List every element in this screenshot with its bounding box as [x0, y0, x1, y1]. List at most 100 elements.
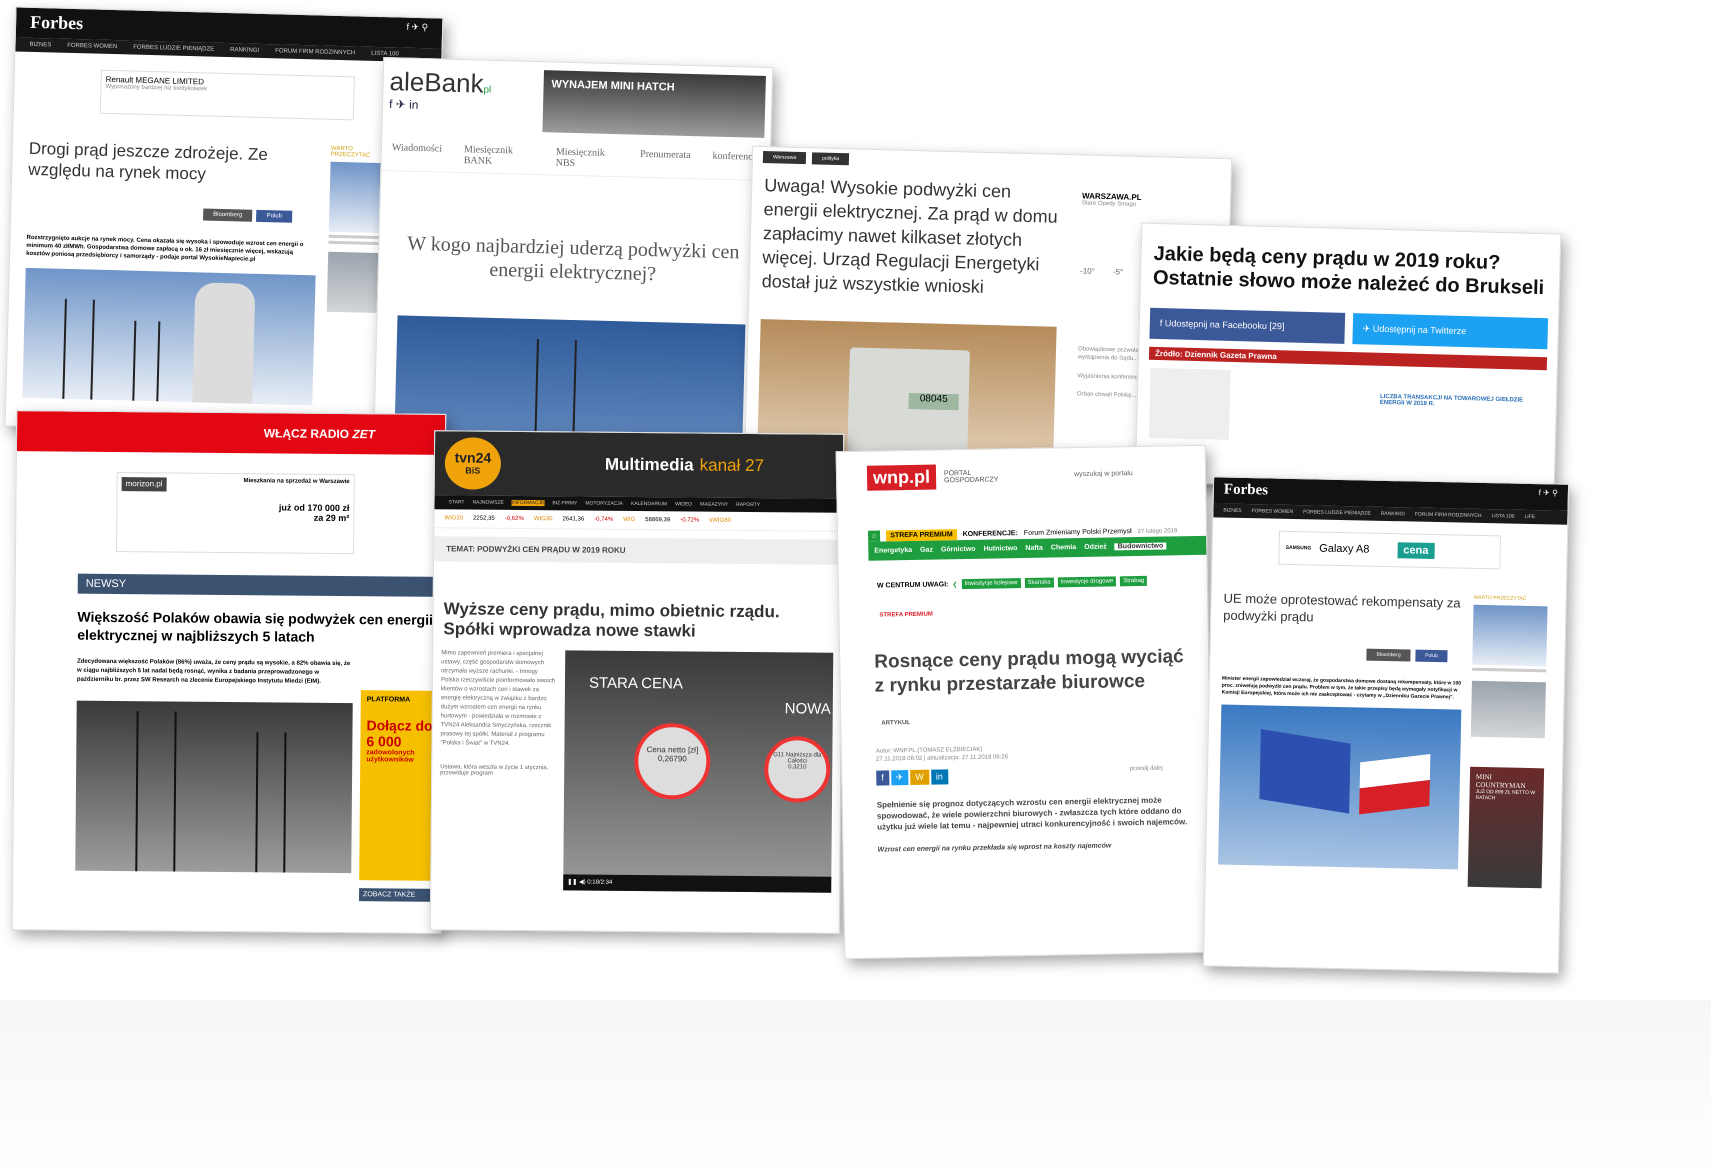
article-title[interactable]: Jakie będą ceny prądu w 2019 roku? Ostat… — [1141, 224, 1561, 301]
nav-item[interactable]: FORBES LUDZIE PIENIĄDZE — [133, 45, 214, 53]
aside-bus-image[interactable] — [1472, 604, 1548, 667]
nav-item[interactable]: Wiadomości — [391, 142, 442, 165]
radio-banner[interactable]: WŁĄCZ RADIO ZET — [16, 411, 446, 455]
forbes-eu-article-card[interactable]: Forbes f ✈ ⚲ BIZNES FORBES WOMEN FORBES LU… — [1202, 476, 1570, 974]
twitter-share-button[interactable]: ✈ Udostępnij na Twitterze — [1352, 313, 1549, 350]
video-new-price-label: NOWA — [784, 700, 831, 718]
nav-item[interactable]: FORUM FIRM RODZINNYCH — [1415, 512, 1482, 519]
article-title[interactable]: Rosnące ceny prądu mogą wyciąć z rynku p… — [840, 613, 1209, 699]
renault-ad[interactable]: Renault MEGANE LIMITED Wyposażony bardzi… — [99, 69, 355, 121]
facebook-like-button[interactable]: Polub — [1414, 649, 1449, 663]
alebank-social-icons[interactable]: f ✈ in — [389, 97, 491, 114]
nav-item[interactable]: LISTA 100 — [1491, 513, 1514, 519]
forbes-logo[interactable]: Forbes — [1224, 482, 1268, 501]
nav-item[interactable]: KALENDARIUM — [631, 501, 667, 507]
nav-item[interactable]: MOTORYZACJA — [585, 501, 623, 507]
linkedin-icon[interactable]: in — [930, 769, 949, 785]
tag[interactable]: Warszawa — [762, 151, 807, 165]
platforma-ad[interactable]: PLATFORMA Dołącz do 6 000 zadowolonych u… — [359, 690, 441, 881]
category-item[interactable]: Chemia — [1051, 544, 1076, 551]
nav-item[interactable]: FORBES WOMEN — [67, 43, 117, 50]
focus-tag[interactable]: Strabag — [1120, 575, 1148, 587]
nav-item[interactable]: FORUM FIRM RODZINNYCH — [275, 48, 355, 56]
tvn24-article-card[interactable]: tvn24 BiS Multimedia kanał 27 START NAJNOW… — [429, 430, 845, 934]
newsy-article-card[interactable]: WŁĄCZ RADIO ZET morizon.pl Mieszkania na… — [11, 410, 447, 934]
wnp-logo[interactable]: wnp.pl — [866, 464, 937, 491]
facebook-share-button[interactable]: f Udostępnij na Facebooku [29] — [1149, 307, 1346, 344]
circle-value: 0,26790 — [657, 754, 687, 764]
category-item[interactable]: Nafta — [1025, 545, 1043, 552]
category-item[interactable]: Górnictwo — [941, 546, 976, 554]
temperature: -5° — [1112, 267, 1124, 277]
article-title[interactable]: UE może oprotestować rekompensaty za pod… — [1223, 590, 1464, 629]
facebook-like-button[interactable]: Polub — [256, 209, 293, 223]
category-item[interactable]: Gaz — [920, 547, 933, 554]
nav-item[interactable]: FORBES WOMEN — [1251, 508, 1293, 515]
video-controls[interactable]: ❚❚ ◀) 0:18/2:34 — [563, 874, 832, 893]
samsung-ad[interactable]: SAMSUNG Galaxy A8 cena — [1278, 530, 1501, 570]
focus-tag[interactable]: Skanska — [1024, 577, 1054, 588]
mini-hatch-ad[interactable]: WYNAJEM MINI HATCH — [542, 70, 766, 138]
nav-item[interactable]: Miesięcznik BANK — [464, 144, 535, 168]
mini-countryman-ad[interactable]: MINI COUNTRYMAN JUŻ OD 899 ZŁ NETTO W RA… — [1467, 766, 1545, 889]
bloomberg-button[interactable]: Bloomberg — [1366, 648, 1411, 662]
bloomberg-button[interactable]: Bloomberg — [203, 208, 253, 222]
premium-zone-link[interactable]: STREFA PREMIUM — [886, 529, 957, 542]
facebook-icon[interactable]: f — [876, 770, 889, 786]
nav-item[interactable]: LIFE — [1524, 514, 1535, 520]
conference-label: KONFERENCJE: — [962, 530, 1018, 539]
alebank-article-card[interactable]: aleBankpl f ✈ in WYNAJEM MINI HATCH Wiad… — [372, 56, 774, 468]
nav-item[interactable]: BIZ-FIRMY — [552, 500, 577, 506]
nav-item[interactable]: Prenumerata — [640, 149, 691, 172]
article-title[interactable]: W kogo najbardziej uderzą podwyżki cen e… — [378, 171, 769, 289]
nav-item[interactable]: NAJNOWSZE — [472, 500, 503, 506]
article-title[interactable]: Większość Polaków obawia się podwyżek ce… — [15, 593, 443, 647]
nav-item[interactable]: BIZNES — [1223, 508, 1241, 514]
stock-ticker: WIG20 2252,35 -0,62% WIG30 2641,36 -0,74% WI… — [434, 509, 843, 532]
social-icons[interactable]: f ✈ ⚲ — [406, 22, 428, 45]
article-title[interactable]: Wyższe ceny prądu, mimo obietnic rządu. … — [433, 569, 842, 643]
aside-car-image[interactable] — [1470, 680, 1546, 739]
nav-item[interactable]: START — [449, 499, 465, 505]
social-icons[interactable]: f ✈ ⚲ — [1538, 488, 1558, 506]
forward-link[interactable]: przeslij dalej — [1130, 766, 1163, 782]
focus-tag[interactable]: Inwestycje kolejowe — [961, 578, 1021, 590]
ad-area: za 29 m² — [313, 512, 350, 524]
tvn-logo[interactable]: tvn24 BiS — [444, 437, 502, 490]
nav-item[interactable]: BIZNES — [29, 42, 51, 49]
forbes-logo[interactable]: Forbes — [30, 12, 84, 35]
category-item[interactable]: Budownictwo — [1114, 542, 1167, 551]
topic-bar[interactable]: TEMAT: PODWYŻKI CEN PRĄDU W 2019 ROKU — [434, 536, 843, 565]
article-title[interactable]: Drogi prąd jeszcze zdrożeje. Ze względu … — [28, 138, 319, 188]
tag[interactable]: polityka — [811, 152, 850, 166]
nav-item[interactable]: INFORMACJE — [511, 499, 545, 507]
see-also-header[interactable]: ZOBACZ TAKŻE — [359, 888, 440, 902]
nav-item[interactable]: WIDEO — [675, 501, 692, 507]
nav-item[interactable]: MAGAZYNY — [700, 502, 728, 508]
video-player[interactable]: STARA CENA NOWA Cena netto [zł] 0,26790 G… — [563, 650, 834, 893]
ad-title: Mieszkania na sprzedaż w Warszawie — [243, 478, 350, 486]
tvn-header: tvn24 BiS Multimedia kanał 27 — [434, 431, 844, 499]
nav-item[interactable]: Miesięcznik NBS — [556, 147, 619, 171]
alebank-logo[interactable]: aleBank — [389, 66, 484, 98]
play-pause-icon[interactable]: ❚❚ ◀) — [567, 879, 585, 885]
chevron-left-icon[interactable]: ❮ — [952, 581, 957, 588]
morizon-ad[interactable]: morizon.pl Mieszkania na sprzedaż w Wars… — [116, 472, 355, 555]
conference-name[interactable]: Forum Zmieniamy Polski Przemysł — [1024, 528, 1132, 537]
wykop-icon[interactable]: W — [910, 769, 929, 786]
category-item[interactable]: Hutnictwo — [983, 545, 1017, 553]
category-item[interactable]: Energetyka — [874, 547, 912, 555]
focus-tag[interactable]: Inwestycje drogowe — [1057, 576, 1117, 588]
nav-item[interactable]: FORBES LUDZIE PIENIĄDZE — [1303, 509, 1371, 516]
twitter-icon[interactable]: ✈ — [890, 770, 909, 786]
home-icon[interactable]: ⌂ — [867, 530, 881, 542]
article-title[interactable]: Uwaga! Wysokie podwyżki cen energii elek… — [761, 173, 1060, 301]
nav-item[interactable]: RANKINGI — [230, 47, 259, 54]
category-item[interactable]: Odzież — [1084, 544, 1107, 551]
meter-display: 08045 — [908, 392, 959, 411]
search-input[interactable]: wyszukaj w portalu — [1074, 470, 1133, 478]
wnp-article-card[interactable]: wnp.pl PORTAL GOSPODARCZY wyszukaj w por… — [835, 444, 1215, 960]
nav-item[interactable]: RAPORTY — [736, 502, 760, 508]
ad2-brand: PLATFORMA — [366, 696, 411, 704]
nav-item[interactable]: RANKINGI — [1381, 511, 1405, 518]
